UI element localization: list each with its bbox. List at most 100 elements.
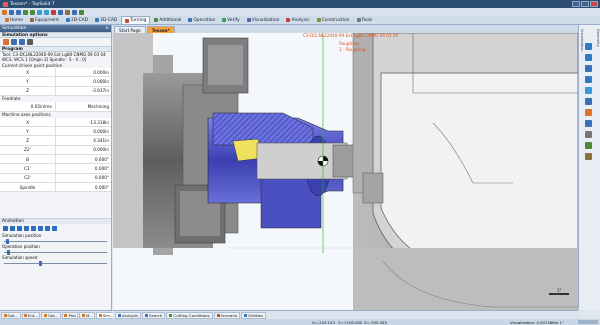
rotate-icon[interactable] — [585, 65, 592, 72]
settings-icon[interactable] — [65, 9, 70, 15]
undo-icon[interactable] — [23, 9, 28, 15]
operation-position-slider[interactable] — [4, 249, 107, 255]
tab-turning[interactable]: Turning — [121, 16, 151, 24]
camera-icon[interactable] — [585, 120, 592, 127]
tab-verify[interactable]: Verify — [219, 16, 242, 24]
axis-value: 0.000in — [93, 128, 109, 134]
save-icon[interactable] — [16, 9, 21, 15]
pan-icon[interactable] — [585, 43, 592, 50]
geometry-side-label[interactable]: Geometry — [596, 29, 600, 47]
panel-tab[interactable]: M... — [79, 311, 96, 319]
skip-start-icon[interactable] — [3, 226, 8, 232]
visualization-side-label[interactable]: Visualization — [580, 29, 584, 52]
shape-icon — [95, 18, 100, 22]
export-icon[interactable] — [79, 9, 84, 15]
sketch-icon — [65, 18, 70, 22]
stop-icon[interactable] — [51, 9, 56, 15]
refresh-icon[interactable] — [44, 9, 49, 15]
axis-label: Y — [0, 77, 56, 86]
axis-label: C1' — [0, 164, 56, 173]
simulation-speed-slider[interactable] — [4, 260, 107, 266]
help-icon[interactable] — [72, 9, 77, 15]
material-removal-icon[interactable] — [3, 39, 9, 45]
zoom-icon[interactable] — [585, 54, 592, 61]
tab-label: Construction — [321, 17, 350, 23]
view-icon[interactable] — [37, 9, 42, 15]
tab-label: Tools — [361, 17, 373, 23]
axis-label: Z — [0, 86, 56, 95]
position-row: X 0.000in — [0, 68, 111, 78]
grid-icon[interactable] — [585, 131, 592, 138]
slider-thumb[interactable] — [39, 260, 42, 266]
axis-label: X — [0, 68, 56, 77]
zoom-slider[interactable] — [578, 320, 598, 324]
panel-close-icon[interactable]: × — [105, 26, 109, 31]
loop-icon[interactable] — [52, 226, 57, 232]
slider-thumb[interactable] — [7, 249, 10, 255]
maximize-button[interactable] — [581, 1, 589, 7]
tab-label: Home — [10, 17, 23, 23]
simulation-panel: Simulation × Simulation options Program … — [0, 25, 112, 310]
panel-tab-icon — [98, 313, 102, 317]
close-button[interactable] — [590, 1, 598, 7]
layers-icon[interactable] — [585, 153, 592, 160]
analysis-icon — [286, 18, 291, 22]
pause-icon[interactable] — [24, 226, 29, 232]
tab-analysis[interactable]: Analysis — [283, 16, 312, 24]
tab-cutting-conditions[interactable]: Cutting Conditions — [166, 311, 213, 319]
tab-start-page[interactable]: Start Page — [114, 26, 146, 33]
machine-display-icon[interactable] — [27, 39, 33, 45]
tab-equipment[interactable]: Equipment — [27, 16, 62, 24]
tool-display-icon[interactable] — [11, 39, 17, 45]
panel-tab[interactable]: Opt... — [41, 311, 61, 319]
bottom-tab-label: Entities — [248, 312, 263, 318]
tab-operation[interactable]: Operation — [185, 16, 218, 24]
tab-tools[interactable]: Tools — [354, 16, 376, 24]
tab-3d-cad[interactable]: 3D-CAD — [92, 16, 120, 24]
position-row: Spindle 0.000° — [0, 182, 111, 193]
print-icon[interactable] — [58, 9, 63, 15]
simulation-position-slider[interactable] — [4, 238, 107, 244]
panel-tab[interactable]: Pals — [61, 311, 79, 319]
operation-icon — [188, 18, 193, 22]
tab-search[interactable]: Search — [142, 311, 166, 319]
step-back-icon[interactable] — [10, 226, 15, 232]
tab-construction[interactable]: Construction — [314, 16, 353, 24]
redo-icon[interactable] — [30, 9, 35, 15]
new-icon[interactable] — [2, 9, 7, 15]
panel-tab-icon — [24, 313, 28, 317]
panel-tab-icon — [43, 313, 47, 317]
step-forward-icon[interactable] — [38, 226, 43, 232]
axis-value: 0.000in — [93, 78, 109, 84]
tab-label: Equipment — [34, 17, 59, 23]
view-icon[interactable] — [585, 76, 592, 83]
panel-tab[interactable]: Opt... — [1, 311, 21, 319]
tab-2d-cad[interactable]: 2D-CAD — [63, 16, 91, 24]
play-back-icon[interactable] — [17, 226, 22, 232]
app-icon[interactable] — [3, 1, 8, 7]
graphics-viewport[interactable]: C3-DCLNL22040-09 Ext Lg80 CNMG 09 03 04 … — [113, 33, 578, 310]
panel-tab[interactable]: Ent... — [21, 311, 41, 319]
section-icon[interactable] — [585, 98, 592, 105]
axis-label: Z — [0, 136, 56, 145]
tab-scenario[interactable]: Scenario — [213, 311, 241, 319]
tab-entities[interactable]: Entities — [241, 311, 266, 319]
slider-thumb[interactable] — [6, 238, 9, 244]
toolpath-icon[interactable] — [19, 39, 25, 45]
tab-active-document[interactable]: Tessen* — [146, 26, 175, 33]
open-icon[interactable] — [9, 9, 14, 15]
x-coordinate: X=-203.143 — [312, 320, 335, 325]
skip-end-icon[interactable] — [45, 226, 50, 232]
tab-analysis[interactable]: Analysis — [115, 311, 142, 319]
tab-home[interactable]: Home — [2, 16, 26, 24]
minimize-button[interactable] — [572, 1, 580, 7]
play-icon[interactable] — [31, 226, 36, 232]
machine-axes-grid: X -13.318in Y 0.000in Z 4.341in Z2' 0.000in B 0.0… — [0, 117, 111, 193]
tab-additional[interactable]: Additional — [151, 16, 184, 24]
settings-icon[interactable] — [585, 142, 592, 149]
axis-label: Spindle — [0, 182, 56, 192]
document-tabs: Start Page Tessen* — [113, 25, 578, 33]
tab-visualization[interactable]: Visualization — [244, 16, 283, 24]
fit-icon[interactable] — [585, 87, 592, 94]
render-icon[interactable] — [585, 109, 592, 116]
